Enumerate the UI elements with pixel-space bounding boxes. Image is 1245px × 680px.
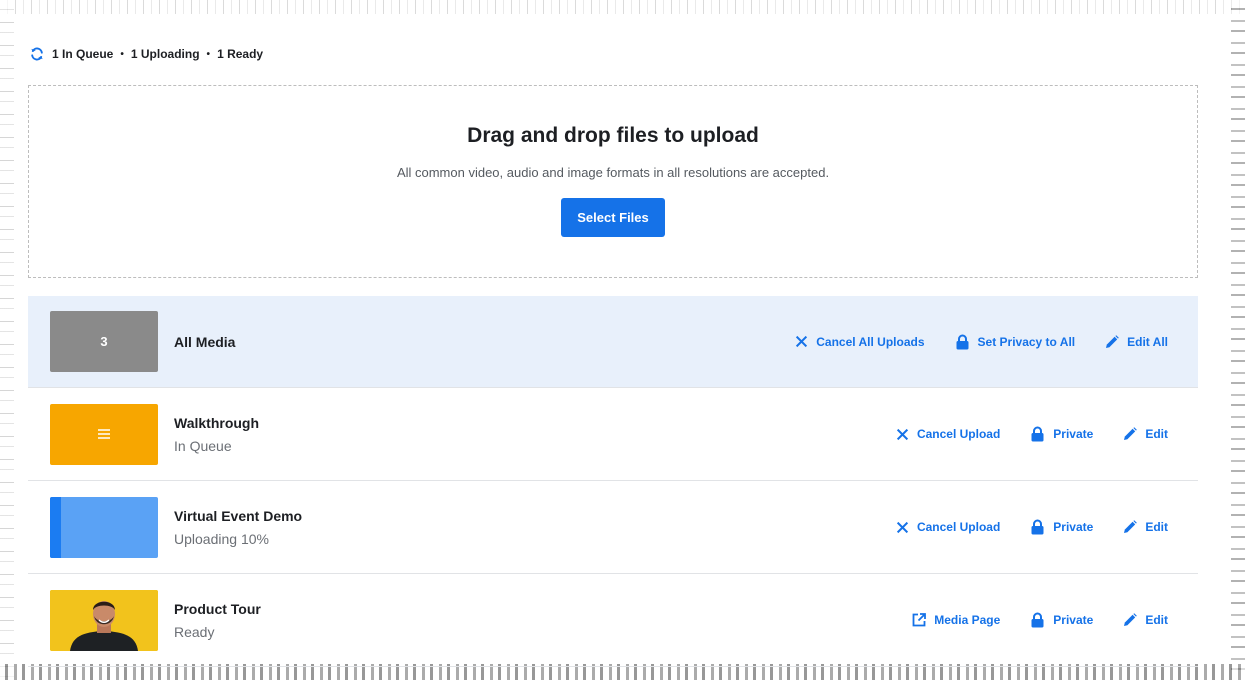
edit-button[interactable]: Edit (1123, 520, 1168, 534)
edit-label: Edit (1145, 613, 1168, 627)
media-status: Uploading 10% (174, 530, 269, 547)
privacy-label: Private (1053, 427, 1094, 441)
pencil-icon (1124, 427, 1138, 440)
upload-progress-thumbnail (50, 496, 158, 558)
media-page-link[interactable]: Media Page (912, 613, 1000, 627)
edit-all-button[interactable]: Edit All (1105, 335, 1168, 349)
media-row: Product Tour Ready Media Page Private Ed… (28, 574, 1198, 667)
set-privacy-to-all-button[interactable]: Set Privacy to All (955, 334, 1076, 350)
cancel-all-uploads-button[interactable]: Cancel All Uploads (795, 334, 925, 349)
edit-label: Edit (1145, 520, 1168, 534)
cancel-upload-button[interactable]: Cancel Upload (896, 427, 1000, 441)
privacy-button[interactable]: Private (1030, 426, 1093, 442)
close-icon (796, 335, 808, 348)
select-files-button[interactable]: Select Files (561, 198, 665, 237)
media-name: Virtual Event Demo (174, 507, 303, 524)
torn-edge-left (0, 0, 14, 680)
status-uploading: 1 Uploading (130, 47, 200, 61)
edit-all-label: Edit All (1127, 334, 1168, 349)
media-status: Ready (174, 623, 215, 640)
pencil-icon (1124, 520, 1138, 533)
media-name: Walkthrough (174, 414, 260, 431)
pencil-icon (1106, 334, 1119, 348)
privacy-label: Private (1053, 520, 1094, 534)
menu-icon (98, 429, 110, 439)
cancel-upload-label: Cancel Upload (916, 520, 1001, 534)
edit-label: Edit (1145, 427, 1168, 441)
privacy-label: Private (1053, 613, 1094, 627)
all-media-label: All Media (174, 333, 236, 350)
edit-button[interactable]: Edit (1123, 613, 1168, 627)
all-media-row: 3 All Media Cancel All Uploads Set Priva… (28, 296, 1198, 388)
upload-status-bar: 1 In Queue • 1 Uploading • 1 Ready (30, 45, 263, 63)
dropzone-subtitle: All common video, audio and image format… (396, 165, 830, 180)
dropzone-title: Drag and drop files to upload (467, 124, 759, 147)
torn-edge-right (1231, 0, 1245, 680)
status-in-queue: 1 In Queue (52, 47, 114, 61)
lock-icon (1031, 426, 1044, 442)
lock-icon (956, 334, 969, 349)
upload-progress-fill (50, 496, 61, 558)
status-separator: • (120, 48, 124, 60)
pencil-icon (1124, 613, 1138, 626)
lock-icon (1031, 612, 1044, 628)
status-separator: • (206, 48, 211, 60)
media-page-label: Media Page (934, 613, 1001, 627)
status-ready: 1 Ready (217, 47, 264, 61)
external-link-icon (912, 613, 927, 627)
upload-dropzone[interactable]: Drag and drop files to upload All common… (28, 85, 1198, 278)
edit-button[interactable]: Edit (1123, 427, 1168, 441)
media-status: In Queue (174, 437, 232, 454)
all-media-count-thumbnail: 3 (50, 311, 158, 372)
cancel-upload-label: Cancel Upload (916, 427, 1001, 441)
close-icon (896, 428, 909, 440)
lock-icon (1031, 519, 1044, 535)
queued-thumbnail (50, 403, 158, 465)
media-row: Virtual Event Demo Uploading 10% Cancel … (28, 481, 1198, 574)
torn-edge-top (0, 0, 1245, 14)
media-row: Walkthrough In Queue Cancel Upload Priva… (28, 388, 1198, 481)
privacy-button[interactable]: Private (1030, 612, 1093, 628)
media-name: Product Tour (174, 600, 261, 617)
media-thumbnail[interactable] (50, 589, 158, 651)
cancel-all-uploads-label: Cancel All Uploads (816, 334, 925, 349)
privacy-button[interactable]: Private (1030, 519, 1093, 535)
cancel-upload-button[interactable]: Cancel Upload (896, 520, 1000, 534)
sync-icon (31, 47, 43, 61)
person-photo-icon (50, 589, 158, 651)
set-privacy-to-all-label: Set Privacy to All (977, 334, 1076, 349)
media-list: 3 All Media Cancel All Uploads Set Priva… (28, 296, 1198, 667)
close-icon (896, 521, 909, 533)
